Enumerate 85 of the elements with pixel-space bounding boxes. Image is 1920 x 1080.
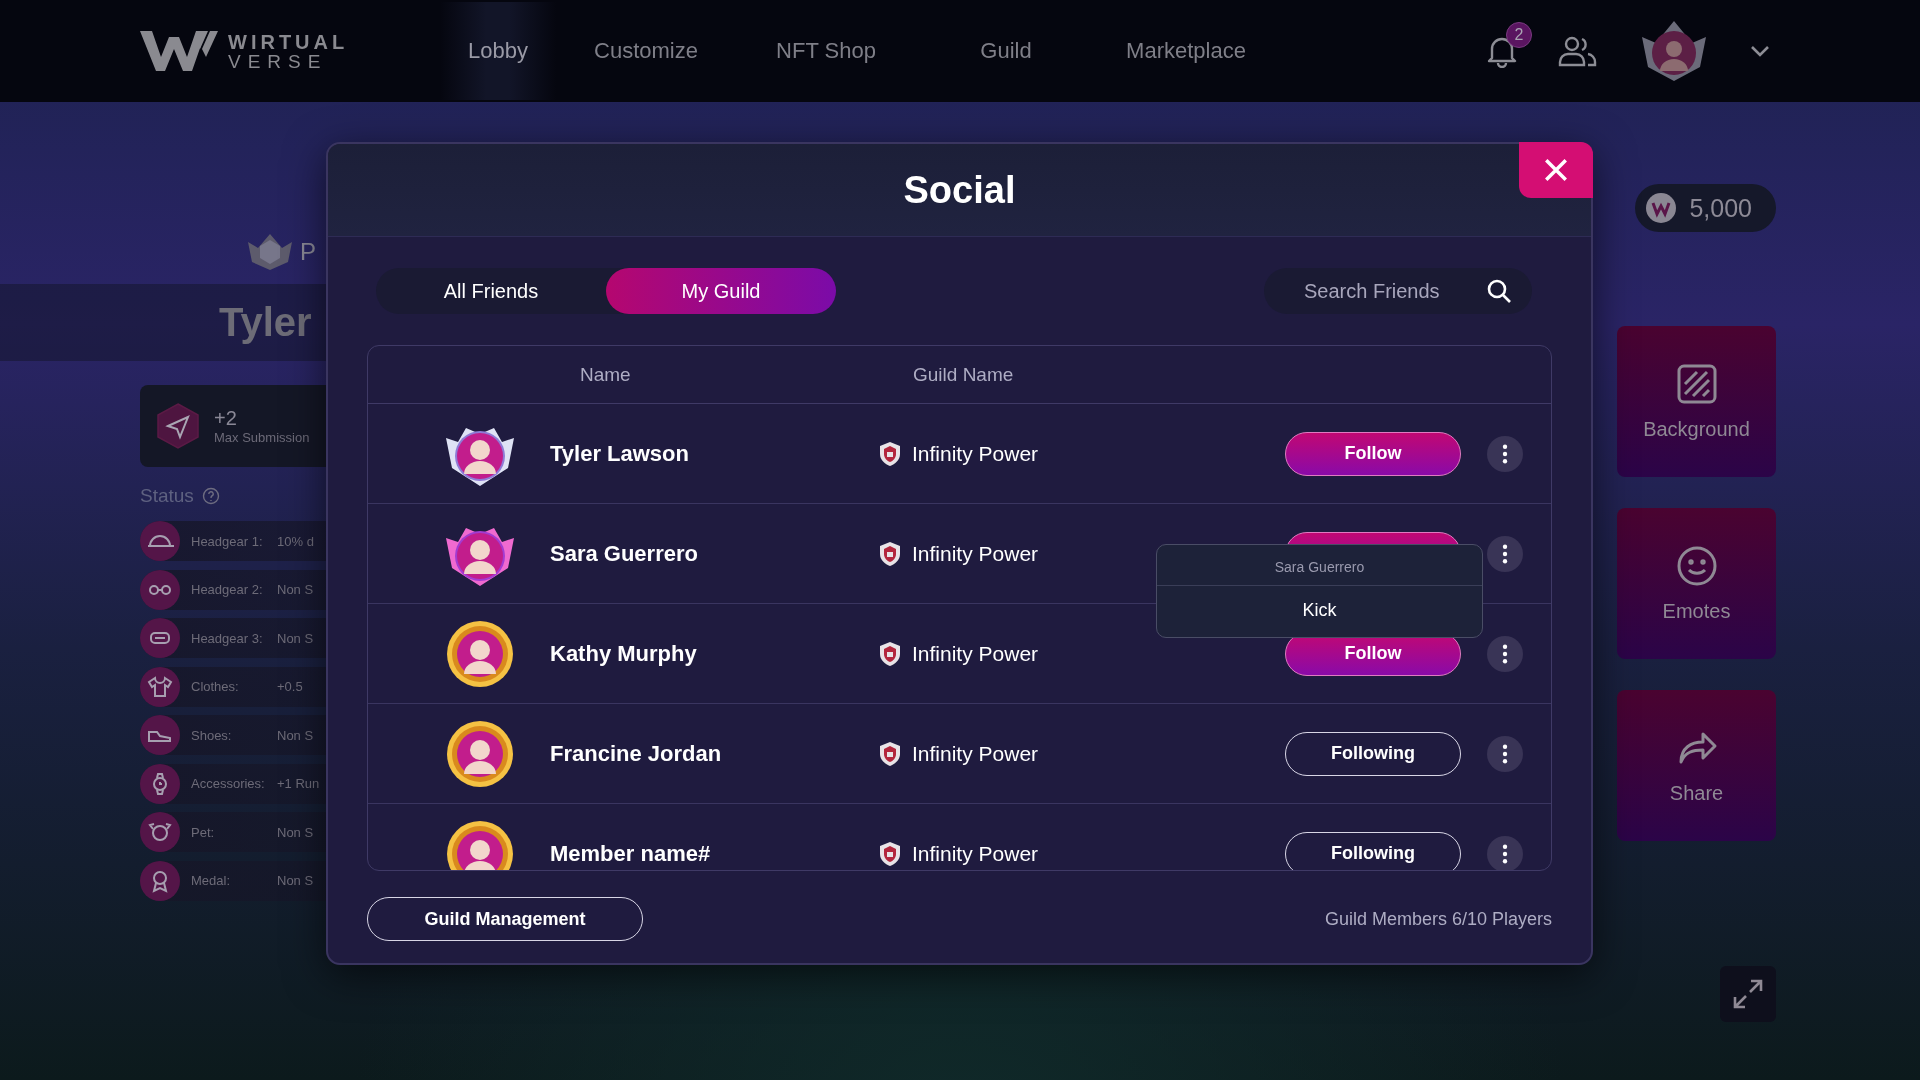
tab[interactable]: My Guild bbox=[606, 268, 836, 314]
guild-shield-icon bbox=[878, 740, 902, 767]
guild-shield-icon bbox=[878, 840, 902, 867]
search-field[interactable]: Search Friends bbox=[1264, 268, 1532, 314]
nav-link[interactable]: Customize bbox=[556, 2, 736, 100]
side-action-button[interactable]: Background bbox=[1617, 326, 1776, 477]
guild-name: Infinity Power bbox=[912, 541, 1039, 566]
side-action-button[interactable]: Emotes bbox=[1617, 508, 1776, 659]
player-name: Tyler bbox=[219, 300, 312, 344]
nav-link[interactable]: NFT Shop bbox=[736, 2, 916, 100]
medal-icon bbox=[140, 860, 180, 901]
status-value: Non S bbox=[277, 582, 314, 597]
status-value: Non S bbox=[277, 727, 314, 743]
kebab-menu-icon bbox=[1502, 743, 1508, 764]
status-label: Headgear 3: bbox=[191, 630, 264, 646]
kebab-menu-icon bbox=[1502, 443, 1508, 464]
status-value: +1 Run bbox=[277, 776, 320, 791]
kebab-menu-icon bbox=[1502, 643, 1508, 664]
dialog-title: Social bbox=[903, 168, 1016, 212]
tab[interactable]: All Friends bbox=[376, 268, 606, 314]
column-header: Guild Name bbox=[913, 363, 1014, 386]
status-label: Medal: bbox=[191, 873, 232, 888]
status-label: Headgear 2: bbox=[191, 582, 264, 597]
logo-wordmark: WIRTUAL bbox=[228, 31, 349, 52]
more-options-button[interactable] bbox=[1487, 535, 1523, 572]
member-name: Member name# bbox=[549, 840, 712, 867]
follow-button[interactable]: Follow bbox=[1285, 431, 1461, 476]
close-icon bbox=[1543, 157, 1569, 183]
guild-name: Infinity Power bbox=[912, 841, 1039, 866]
member-name: Francine Jordan bbox=[549, 740, 723, 767]
more-options-button[interactable] bbox=[1487, 435, 1523, 472]
guild-rank-text: P bbox=[300, 238, 316, 266]
status-label: Accessories: bbox=[191, 776, 266, 791]
more-options-button[interactable] bbox=[1487, 835, 1523, 870]
more-options-button[interactable] bbox=[1487, 735, 1523, 772]
send-icon bbox=[156, 402, 200, 450]
friends-icon[interactable] bbox=[1558, 35, 1598, 67]
mask-icon bbox=[140, 618, 180, 658]
member-name: Sara Guerrero bbox=[549, 540, 699, 567]
status-value: Non S bbox=[277, 630, 314, 646]
search-icon bbox=[1486, 278, 1512, 304]
member-name: Tyler Lawson bbox=[549, 440, 690, 467]
perk-label: Max Submission bbox=[214, 430, 310, 445]
status-label: Shoes: bbox=[191, 727, 233, 743]
status-value: +0.5 bbox=[277, 679, 303, 694]
status-label: Clothes: bbox=[191, 679, 240, 694]
member-name: Kathy Murphy bbox=[549, 640, 698, 667]
guild-name: Infinity Power bbox=[912, 741, 1039, 766]
nav-link[interactable]: Guild bbox=[916, 2, 1096, 100]
side-action-button[interactable]: Share bbox=[1617, 690, 1776, 841]
glasses-icon bbox=[140, 569, 180, 610]
logo-subtitle: VERSE bbox=[228, 51, 329, 71]
nav-link[interactable]: Marketplace bbox=[1096, 2, 1276, 100]
coin-amount: 5,000 bbox=[1689, 193, 1752, 223]
chevron-down-icon[interactable] bbox=[1750, 45, 1770, 57]
member-count: Guild Members 6/10 Players bbox=[1324, 908, 1552, 930]
shoe-icon bbox=[140, 715, 180, 755]
status-label: Headgear 1: bbox=[191, 533, 264, 549]
perk-value: +2 bbox=[214, 407, 238, 430]
cap-icon bbox=[140, 521, 180, 561]
guild-name: Infinity Power bbox=[912, 641, 1039, 666]
column-header: Name bbox=[580, 363, 632, 386]
guild-badge-icon bbox=[246, 232, 294, 272]
status-heading: Status bbox=[140, 485, 194, 507]
help-icon[interactable] bbox=[201, 487, 220, 505]
status-label: Pet: bbox=[191, 824, 216, 840]
kebab-menu-icon bbox=[1502, 543, 1508, 564]
guild-shield-icon bbox=[878, 640, 902, 667]
expand-icon bbox=[1732, 978, 1764, 1010]
shirt-icon bbox=[140, 666, 180, 707]
status-value: Non S bbox=[277, 873, 314, 888]
status-value: 10% d bbox=[277, 533, 314, 549]
menu-title: Sara Guerrero bbox=[1157, 545, 1482, 586]
kebab-menu-icon bbox=[1502, 843, 1508, 864]
more-options-button[interactable] bbox=[1487, 635, 1523, 672]
guild-shield-icon bbox=[878, 440, 902, 467]
coin-icon bbox=[1645, 192, 1678, 224]
expand-button[interactable] bbox=[1720, 966, 1776, 1022]
pet-icon bbox=[140, 812, 180, 852]
notification-badge: 2 bbox=[1506, 22, 1532, 48]
status-value: Non S bbox=[277, 824, 314, 840]
close-button[interactable] bbox=[1519, 142, 1593, 198]
watch-icon bbox=[140, 763, 180, 804]
guild-name: Infinity Power bbox=[912, 441, 1039, 466]
guild-shield-icon bbox=[878, 540, 902, 567]
